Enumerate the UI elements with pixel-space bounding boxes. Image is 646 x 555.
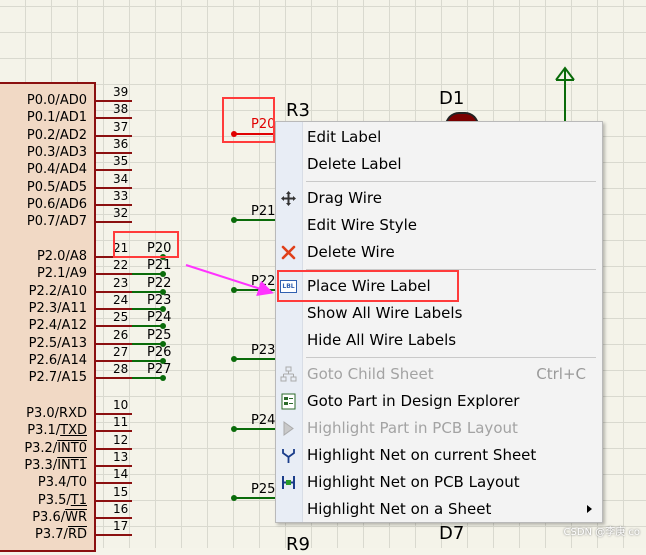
menu-item-highlight-part-in-pcb-layout[interactable]: Highlight Part in PCB Layout — [276, 415, 602, 442]
highlight-box-place-wire-label — [277, 270, 459, 302]
menu-item-label: Drag Wire — [307, 189, 382, 207]
menu-separator — [306, 181, 596, 182]
menu-item-edit-wire-style[interactable]: Edit Wire Style — [276, 212, 602, 239]
menu-item-label: Edit Wire Style — [307, 216, 417, 234]
menu-item-highlight-net-on-a-sheet[interactable]: Highlight Net on a Sheet — [276, 496, 602, 523]
move-icon — [280, 190, 297, 207]
schematic-canvas[interactable]: R3 D1 D7 R9 P20 P21 P22 P23 P24 P25 P0.0… — [0, 0, 646, 555]
explorer-icon — [280, 393, 297, 410]
menu-item-goto-part-in-design-explorer[interactable]: Goto Part in Design Explorer — [276, 388, 602, 415]
delete-icon — [280, 244, 297, 261]
net-icon — [280, 447, 297, 464]
menu-item-edit-label[interactable]: Edit Label — [276, 124, 602, 151]
menu-item-label: Delete Wire — [307, 243, 395, 261]
menu-item-show-all-wire-labels[interactable]: Show All Wire Labels — [276, 300, 602, 327]
menu-item-label: Highlight Net on a Sheet — [307, 500, 492, 518]
submenu-arrow-icon — [587, 505, 592, 513]
menu-item-label: Goto Part in Design Explorer — [307, 392, 520, 410]
menu-item-label: Goto Child Sheet — [307, 365, 434, 383]
pcb-arrow-icon — [280, 420, 297, 437]
menu-separator — [306, 357, 596, 358]
menu-item-hide-all-wire-labels[interactable]: Hide All Wire Labels — [276, 327, 602, 354]
menu-item-goto-child-sheet[interactable]: Goto Child Sheet Ctrl+C — [276, 361, 602, 388]
menu-item-label: Highlight Net on current Sheet — [307, 446, 537, 464]
context-menu[interactable]: Edit Label Delete Label Drag Wire Edit W… — [275, 121, 603, 523]
watermark: CSDN @李庚 co — [563, 527, 640, 538]
menu-item-delete-label[interactable]: Delete Label — [276, 151, 602, 178]
menu-item-highlight-net-on-current-sheet[interactable]: Highlight Net on current Sheet — [276, 442, 602, 469]
menu-item-label: Highlight Net on PCB Layout — [307, 473, 520, 491]
menu-item-label: Show All Wire Labels — [307, 304, 463, 322]
pcb-net-icon — [280, 474, 297, 491]
menu-item-label: Delete Label — [307, 155, 402, 173]
menu-item-label: Hide All Wire Labels — [307, 331, 457, 349]
hierarchy-icon — [280, 366, 297, 383]
menu-item-label: Edit Label — [307, 128, 382, 146]
menu-item-label: Highlight Part in PCB Layout — [307, 419, 518, 437]
menu-item-delete-wire[interactable]: Delete Wire — [276, 239, 602, 266]
menu-item-drag-wire[interactable]: Drag Wire — [276, 185, 602, 212]
menu-item-highlight-net-on-pcb-layout[interactable]: Highlight Net on PCB Layout — [276, 469, 602, 496]
menu-item-shortcut: Ctrl+C — [536, 365, 586, 383]
